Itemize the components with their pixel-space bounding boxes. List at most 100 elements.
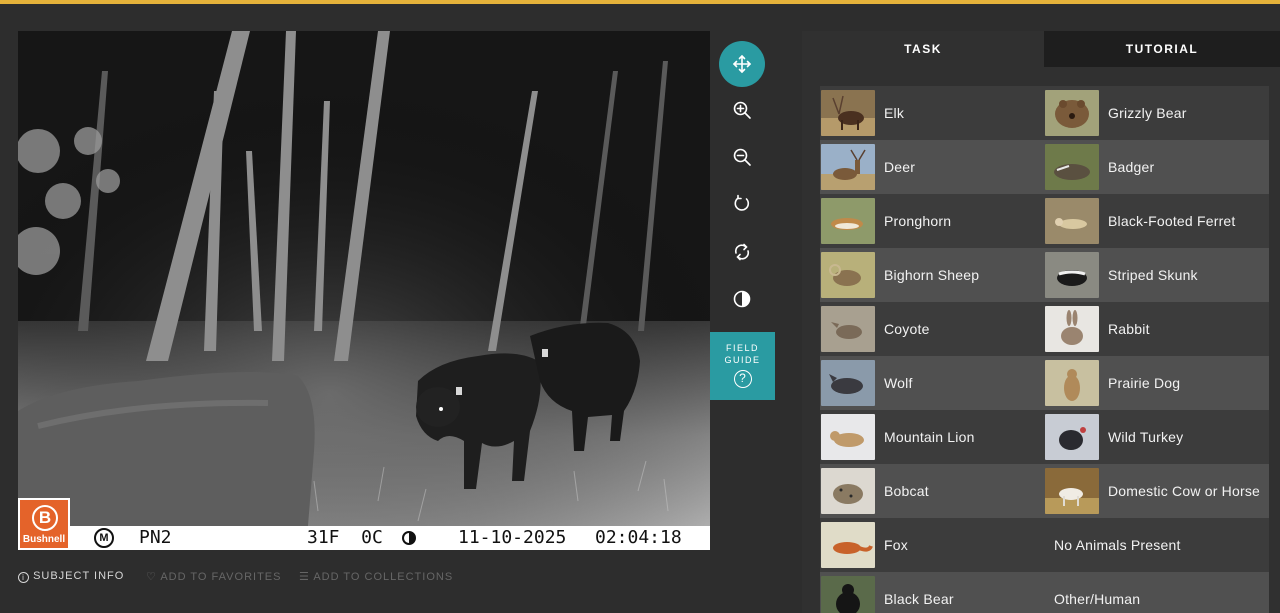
reset-icon (734, 243, 750, 261)
choice-fox[interactable]: Fox (820, 518, 1044, 572)
choice-row: Bighorn Sheep Striped Skunk (820, 248, 1269, 302)
zoom-out-icon (733, 148, 751, 166)
bushnell-b-icon: B (32, 505, 58, 531)
choice-pronghorn[interactable]: Pronghorn (820, 194, 1044, 248)
choice-row: Deer Badger (820, 140, 1269, 194)
choice-label: Mountain Lion (884, 429, 975, 445)
add-to-collections-link[interactable]: ☰ ADD TO COLLECTIONS (299, 570, 453, 583)
choice-other-human[interactable]: Other/Human (1044, 572, 1269, 613)
choice-label: Other/Human (1054, 591, 1141, 607)
choice-deer[interactable]: Deer (820, 140, 1044, 194)
camera-mode-icon: M (94, 528, 114, 548)
capture-time: 02:04:18 (595, 527, 682, 548)
choice-black-bear[interactable]: Black Bear (820, 572, 1044, 613)
choice-bobcat[interactable]: Bobcat (820, 464, 1044, 518)
tab-task[interactable]: TASK (802, 31, 1044, 67)
species-choice-grid: Elk Grizzly Bear Deer Badger Pronghorn B… (820, 86, 1269, 613)
coyote-thumbnail (821, 306, 875, 352)
choice-label: Grizzly Bear (1108, 105, 1187, 121)
wolf-thumbnail (821, 360, 875, 406)
camera-info-bar: M PN2 31F 0C 11-10-2025 02:04:18 (18, 526, 710, 550)
choice-label: Black-Footed Ferret (1108, 213, 1236, 229)
choice-rabbit[interactable]: Rabbit (1044, 302, 1269, 356)
choice-label: Bighorn Sheep (884, 267, 980, 283)
heart-icon: ♡ (146, 571, 157, 583)
choice-label: Badger (1108, 159, 1155, 175)
choice-bighorn-sheep[interactable]: Bighorn Sheep (820, 248, 1044, 302)
pronghorn-thumbnail (821, 198, 875, 244)
choice-grizzly-bear[interactable]: Grizzly Bear (1044, 86, 1269, 140)
wild-turkey-thumbnail (1045, 414, 1099, 460)
trail-camera-photo (18, 31, 710, 550)
choice-wolf[interactable]: Wolf (820, 356, 1044, 410)
choice-label: Domestic Cow or Horse (1108, 483, 1261, 499)
move-icon (732, 54, 752, 74)
choice-label: Striped Skunk (1108, 267, 1198, 283)
field-guide-label-2: GUIDE (724, 355, 761, 365)
deer-thumbnail (821, 144, 875, 190)
bobcat-thumbnail (821, 468, 875, 514)
subject-info-link[interactable]: i SUBJECT INFO (18, 570, 124, 583)
choice-label: Prairie Dog (1108, 375, 1181, 391)
grizzly-bear-thumbnail (1045, 90, 1099, 136)
add-to-collections-label: ADD TO COLLECTIONS (313, 571, 454, 583)
reset-button[interactable] (719, 229, 765, 275)
invert-button[interactable] (719, 276, 765, 322)
zoom-in-icon (733, 101, 751, 119)
info-icon: i (18, 572, 29, 583)
choice-no-animals-present[interactable]: No Animals Present (1044, 518, 1269, 572)
choice-wild-turkey[interactable]: Wild Turkey (1044, 410, 1269, 464)
add-to-favorites-link[interactable]: ♡ ADD TO FAVORITES (146, 570, 281, 583)
tab-tutorial[interactable]: TUTORIAL (1044, 31, 1280, 67)
choice-elk[interactable]: Elk (820, 86, 1044, 140)
field-guide-label-1: FIELD (725, 343, 759, 353)
choice-row: Mountain Lion Wild Turkey (820, 410, 1269, 464)
temperature: 31F 0C (307, 527, 383, 548)
subject-info-label: SUBJECT INFO (33, 570, 125, 582)
subject-image[interactable]: M PN2 31F 0C 11-10-2025 02:04:18 B Bushn… (18, 31, 710, 550)
camera-id: PN2 (139, 527, 172, 548)
zoom-out-button[interactable] (719, 134, 765, 180)
black-bear-thumbnail (821, 576, 875, 613)
skunk-thumbnail (1045, 252, 1099, 298)
capture-date: 11-10-2025 (458, 527, 567, 548)
choice-label: Elk (884, 105, 905, 121)
list-icon: ☰ (299, 571, 310, 583)
choice-row: Fox No Animals Present (820, 518, 1269, 572)
rotate-icon (734, 194, 750, 211)
choice-label: Fox (884, 537, 908, 553)
choice-striped-skunk[interactable]: Striped Skunk (1044, 248, 1269, 302)
rabbit-thumbnail (1045, 306, 1099, 352)
choice-row: Pronghorn Black-Footed Ferret (820, 194, 1269, 248)
prairie-dog-thumbnail (1045, 360, 1099, 406)
zoom-in-button[interactable] (719, 87, 765, 133)
choice-label: Wolf (884, 375, 913, 391)
choice-row: Coyote Rabbit (820, 302, 1269, 356)
choice-row: Bobcat Domestic Cow or Horse (820, 464, 1269, 518)
bushnell-logo: B Bushnell (18, 498, 70, 550)
field-guide-button[interactable]: FIELD GUIDE ? (710, 332, 775, 400)
choice-badger[interactable]: Badger (1044, 140, 1269, 194)
choice-label: Pronghorn (884, 213, 952, 229)
top-accent-bar (0, 0, 1280, 4)
rotate-button[interactable] (719, 181, 765, 227)
bushnell-logo-text: Bushnell (22, 534, 66, 545)
choice-label: Deer (884, 159, 916, 175)
bighorn-sheep-thumbnail (821, 252, 875, 298)
choice-coyote[interactable]: Coyote (820, 302, 1044, 356)
badger-thumbnail (1045, 144, 1099, 190)
choice-mountain-lion[interactable]: Mountain Lion (820, 410, 1044, 464)
cow-horse-thumbnail (1045, 468, 1099, 514)
choice-label: Bobcat (884, 483, 929, 499)
choice-black-footed-ferret[interactable]: Black-Footed Ferret (1044, 194, 1269, 248)
choice-label: Black Bear (884, 591, 954, 607)
mountain-lion-thumbnail (821, 414, 875, 460)
choice-prairie-dog[interactable]: Prairie Dog (1044, 356, 1269, 410)
ferret-thumbnail (1045, 198, 1099, 244)
add-to-favorites-label: ADD TO FAVORITES (160, 571, 282, 583)
moon-phase-icon (402, 531, 416, 545)
choice-domestic-cow-or-horse[interactable]: Domestic Cow or Horse (1044, 464, 1269, 518)
help-icon: ? (733, 370, 752, 388)
move-tool-button[interactable] (719, 41, 765, 87)
choice-label: Coyote (884, 321, 930, 337)
